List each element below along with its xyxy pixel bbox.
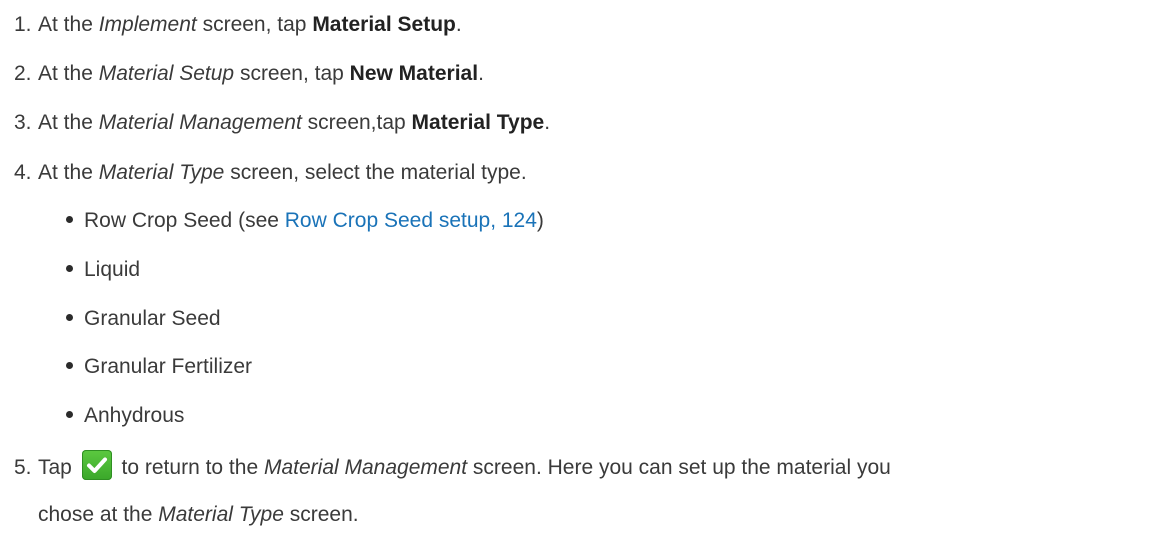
step-number: 4. xyxy=(14,161,32,184)
row-crop-seed-setup-link[interactable]: Row Crop Seed setup, 124 xyxy=(285,209,537,232)
step-text: chose at the xyxy=(38,503,159,526)
step-text: At the xyxy=(38,161,99,184)
step-number: 3. xyxy=(14,111,32,134)
list-item-granular-fertilizer: Granular Fertilizer xyxy=(66,354,252,379)
screen-name: Material Type xyxy=(98,161,225,184)
screen-name: Implement xyxy=(98,13,197,36)
step-text: screen. Here you can set up the material… xyxy=(467,455,891,479)
step-number: 5. xyxy=(14,455,32,479)
screen-name: Material Management xyxy=(263,455,468,479)
ui-control-name: New Material xyxy=(349,62,479,85)
list-item-row-crop-seed: Row Crop Seed (see Row Crop Seed setup, … xyxy=(66,208,544,233)
list-item-liquid: Liquid xyxy=(66,257,140,282)
list-item-anhydrous: Anhydrous xyxy=(66,403,184,428)
list-item-text: Row Crop Seed (see xyxy=(84,209,285,232)
step-text: . xyxy=(478,62,484,85)
step-text: screen, tap xyxy=(196,13,313,36)
step-4: 4. At the Material Type screen, select th… xyxy=(14,160,527,185)
list-item-text: Anhydrous xyxy=(84,404,185,427)
step-2: 2. At the Material Setup screen, tap New … xyxy=(14,61,484,86)
list-item-text: Liquid xyxy=(84,258,141,281)
step-text: At the xyxy=(38,13,99,36)
step-text: to return to the xyxy=(115,455,264,479)
bullet-icon xyxy=(66,313,73,321)
step-text: screen, tap xyxy=(234,62,350,85)
bullet-icon xyxy=(66,264,73,272)
step-text: . xyxy=(544,111,551,134)
screen-name: Material Setup xyxy=(98,62,235,85)
ui-control-name: Material Setup xyxy=(312,13,456,36)
step-text: At the xyxy=(38,111,99,134)
step-text: Tap xyxy=(38,455,78,479)
step-text: At the xyxy=(38,62,99,85)
bullet-icon xyxy=(66,361,73,369)
step-text: screen. xyxy=(283,503,359,526)
step-number: 2. xyxy=(14,62,32,85)
screen-name: Material Type xyxy=(158,503,284,526)
step-text: screen, select the material type. xyxy=(224,161,527,184)
step-text: . xyxy=(455,13,462,36)
list-item-text: Granular Fertilizer xyxy=(84,355,253,378)
step-1: 1. At the Implement screen, tap Material … xyxy=(14,12,462,37)
screen-name: Material Management xyxy=(98,111,302,134)
list-item-text: ) xyxy=(536,209,544,232)
list-item-text: Granular Seed xyxy=(84,307,221,330)
green-checkmark-icon xyxy=(81,450,112,480)
step-5-continuation: chose at the Material Type screen. xyxy=(38,502,359,527)
step-5: 5. Tap to return to the Material Manageme… xyxy=(14,450,891,483)
bullet-icon xyxy=(66,215,73,223)
ui-control-name: Material Type xyxy=(411,111,545,134)
bullet-icon xyxy=(66,410,73,418)
step-3: 3. At the Material Management screen,tap … xyxy=(14,110,550,135)
step-text: screen,tap xyxy=(301,111,412,134)
list-item-granular-seed: Granular Seed xyxy=(66,306,221,331)
step-number: 1. xyxy=(14,13,32,36)
